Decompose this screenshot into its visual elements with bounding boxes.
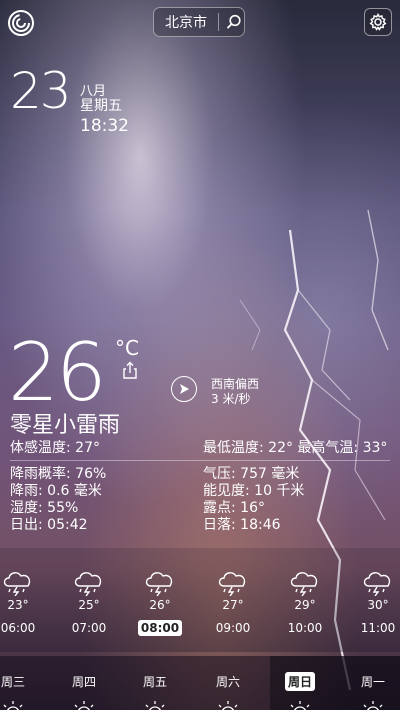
thunder-rain-cloud-icon xyxy=(363,572,391,596)
humidity: 湿度: 55% xyxy=(10,500,79,516)
temperature-unit[interactable]: °C xyxy=(115,336,139,360)
hourly-item[interactable]: 29° 10:00 xyxy=(270,548,340,636)
partly-sunny-icon xyxy=(74,701,94,710)
daily-item[interactable]: 周六 xyxy=(198,672,258,710)
app-logo-icon[interactable] xyxy=(6,8,36,38)
daily-label: 周六 xyxy=(215,675,240,689)
hourly-item[interactable]: 25° 07:00 xyxy=(54,548,124,636)
share-icon[interactable] xyxy=(123,361,137,379)
hourly-temperature: 23° xyxy=(7,598,29,612)
divider xyxy=(10,460,390,461)
daily-item[interactable]: 周四 xyxy=(54,672,114,710)
daily-item[interactable]: 周三 xyxy=(0,672,43,710)
daily-item[interactable]: 周一 xyxy=(343,672,400,710)
hourly-temperature: 30° xyxy=(367,598,389,612)
city-name[interactable]: 北京市 xyxy=(154,12,218,32)
top-bar: 北京市 xyxy=(0,0,400,44)
date-weekday: 星期五 xyxy=(80,98,122,114)
thunder-rain-cloud-icon xyxy=(74,572,102,596)
visibility: 能见度: 10 千米 xyxy=(203,483,305,499)
date-day: 23 xyxy=(10,62,72,120)
precipitation-probability: 降雨概率: 76% xyxy=(10,466,107,482)
details-right-column: 气压: 757 毫米 能见度: 10 千米 露点: 16° 日落: 18:46 xyxy=(203,466,304,534)
current-time: 18:32 xyxy=(80,116,129,136)
hourly-time: 11:00 xyxy=(360,621,396,635)
partly-sunny-icon xyxy=(290,701,310,710)
thunder-rain-cloud-icon xyxy=(145,572,173,596)
gear-icon xyxy=(369,13,387,31)
city-search-box[interactable]: 北京市 xyxy=(153,7,245,37)
min-max-temperature: 最低温度: 22° 最高气温: 33° xyxy=(203,440,388,456)
precipitation-amount: 降雨: 0.6 毫米 xyxy=(10,483,102,499)
partly-sunny-icon xyxy=(218,701,238,710)
partly-sunny-icon xyxy=(145,701,165,710)
hourly-temperature: 29° xyxy=(294,598,316,612)
hourly-item[interactable]: 27° 09:00 xyxy=(198,548,268,636)
daily-label: 周三 xyxy=(0,675,25,689)
daily-label: 周一 xyxy=(360,675,385,689)
sunset: 日落: 18:46 xyxy=(203,517,281,533)
hourly-time-selected: 08:00 xyxy=(137,620,183,636)
thunder-rain-cloud-icon xyxy=(290,572,318,596)
wind-speed: 3 米/秒 xyxy=(211,392,251,406)
thunder-rain-cloud-icon xyxy=(3,572,31,596)
hourly-time: 09:00 xyxy=(215,621,251,635)
hourly-temperature: 25° xyxy=(78,598,100,612)
feels-like-temperature: 体感温度: 27° xyxy=(10,440,100,456)
details-left-column: 降雨概率: 76% 降雨: 0.6 毫米 湿度: 55% 日出: 05:42 xyxy=(10,466,106,534)
dew-point: 露点: 16° xyxy=(203,500,265,516)
partly-sunny-icon xyxy=(363,701,383,710)
sunrise: 日出: 05:42 xyxy=(10,517,88,533)
hourly-item[interactable]: 30° 11:00 xyxy=(343,548,400,636)
divider xyxy=(218,13,219,31)
hourly-time: 10:00 xyxy=(287,621,323,635)
thunder-rain-cloud-icon xyxy=(218,572,246,596)
daily-label: 周四 xyxy=(71,675,96,689)
hourly-time: 07:00 xyxy=(71,621,107,635)
daily-label: 周五 xyxy=(142,675,167,689)
hourly-item[interactable]: 23° 06:00 xyxy=(0,548,53,636)
pressure: 气压: 757 毫米 xyxy=(203,466,300,482)
hourly-temperature: 26° xyxy=(149,598,171,612)
weather-condition: 零星小雷雨 xyxy=(10,413,121,438)
hourly-item[interactable]: 26° 08:00 xyxy=(125,548,195,636)
settings-button[interactable] xyxy=(364,8,392,36)
daily-item[interactable]: 周日 xyxy=(270,672,330,710)
search-icon[interactable] xyxy=(225,13,243,31)
daily-label-selected: 周日 xyxy=(284,672,315,691)
hourly-temperature: 27° xyxy=(222,598,244,612)
wind-direction-icon xyxy=(171,376,197,402)
hourly-time: 06:00 xyxy=(0,621,36,635)
current-temperature: 26 xyxy=(8,326,107,419)
daily-item[interactable]: 周五 xyxy=(125,672,185,710)
hourly-forecast-strip[interactable]: 23° 06:00 25° 07:00 26° 08:00 27° 09:00 … xyxy=(0,548,400,652)
partly-sunny-icon xyxy=(3,701,23,710)
